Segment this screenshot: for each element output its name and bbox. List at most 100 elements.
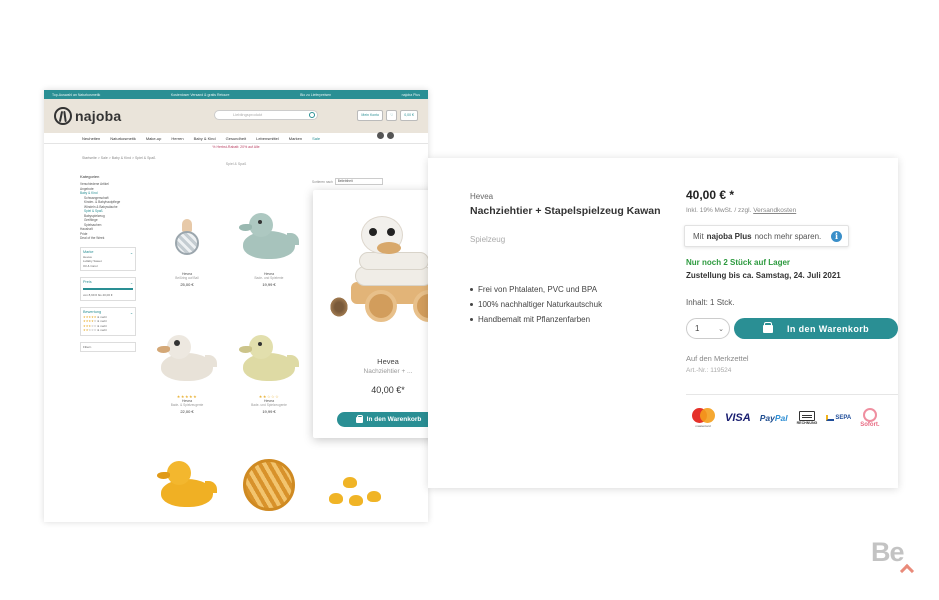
sofort-icon xyxy=(862,408,877,422)
najoba-logo-icon xyxy=(54,107,72,125)
product-name: Bade- und Spielente xyxy=(254,276,284,280)
product-image xyxy=(323,473,383,513)
nav-item[interactable]: Marken xyxy=(289,136,302,141)
product-tile[interactable]: ★★★★★ Hevea Bade- & Spielzeugente 22,00 … xyxy=(152,324,222,414)
brand-filter[interactable]: Marke ⌄ Hevea Lullaby Sweet Oil & Carol xyxy=(80,246,136,271)
behance-watermark: Be xyxy=(871,537,905,567)
collapse-icon[interactable]: ⌄ xyxy=(130,310,133,315)
visa-logo: VISA xyxy=(725,412,751,424)
sort-select[interactable]: Beliebtheit xyxy=(334,178,383,185)
brand-filter-title: Marke xyxy=(83,249,94,254)
detail-brand[interactable]: Hevea xyxy=(470,192,493,201)
wishlist-link[interactable]: Auf den Merkzettel xyxy=(686,354,749,363)
nav-item[interactable]: Herren xyxy=(171,136,183,141)
delivery-estimate: Zustellung bis ca. Samstag, 24. Juli 202… xyxy=(686,271,841,280)
header-actions: Mein Konto ♡ 0,00 € xyxy=(357,110,418,121)
account-button[interactable]: Mein Konto xyxy=(357,110,384,121)
detail-title: Nachziehtier + Stapelspielzeug Kawan xyxy=(470,205,661,217)
filter-sidebar: Kategorien Verschiedene Artikel Angebote… xyxy=(80,174,136,352)
product-image xyxy=(239,209,299,265)
najoba-plus-box[interactable]: Mit najoba Plus noch mehr sparen. i xyxy=(684,225,849,247)
product-tile[interactable] xyxy=(152,450,222,520)
sort-control: Sortieren nach Beliebtheit xyxy=(312,178,383,185)
info-icon[interactable]: i xyxy=(831,231,842,242)
product-name: Bade- und Spielzeugente xyxy=(251,403,287,407)
vat-note: Inkl. 19% MwSt. / zzgl. Versandkosten xyxy=(686,207,797,214)
quantity-select[interactable]: 1 ⌄ xyxy=(686,318,730,339)
rating-option[interactable]: ★★☆☆☆ & mehr xyxy=(83,328,133,333)
mastercard-logo: mastercard xyxy=(690,408,716,428)
add-to-cart-button[interactable]: In den Warenkorb xyxy=(734,318,898,339)
sepa-logo: SEPA xyxy=(826,415,851,421)
stock-status: Nur noch 2 Stück auf Lager xyxy=(686,258,791,267)
card-cart-label: In den Warenkorb xyxy=(366,416,422,423)
product-image xyxy=(157,331,217,387)
filter-reset-button[interactable]: Filtern xyxy=(80,341,136,352)
shop-logo[interactable]: najoba xyxy=(54,107,121,125)
bag-icon xyxy=(762,321,773,333)
nav-item[interactable]: Naturkosmetik xyxy=(110,136,136,141)
nav-item-sale[interactable]: Sale xyxy=(312,136,320,141)
feature-item: 100% nachhaltiger Naturkautschuk xyxy=(470,300,602,309)
product-price: 19,99 € xyxy=(262,409,276,414)
paypal-logo: PayPal xyxy=(759,413,788,423)
topbar-text: Bio zu Lieferpreisen xyxy=(300,92,332,97)
rating-filter[interactable]: Bewertung ⌄ ★★★★★ & mehr ★★★★☆ & mehr ★★★… xyxy=(80,306,136,336)
detail-price: 40,00 € * xyxy=(686,188,735,202)
cart-button[interactable]: 0,00 € xyxy=(400,110,418,121)
feature-item: Handbemalt mit Pflanzenfarben xyxy=(470,315,590,324)
product-tile[interactable]: Hevea Bade- und Spielente 19,99 € xyxy=(234,202,304,287)
nav-item[interactable]: Baby & Kind xyxy=(194,136,216,141)
search-placeholder: Lieblingsprodukt xyxy=(233,112,263,117)
product-tile[interactable] xyxy=(318,458,388,522)
shop-search-input[interactable]: Lieblingsprodukt xyxy=(214,110,318,120)
nav-item[interactable]: Lebensmittel xyxy=(256,136,279,141)
price-filter-title: Preis xyxy=(83,280,92,284)
payment-methods: mastercard VISA PayPal RECHNUNG SEPA Sof… xyxy=(690,408,880,428)
product-image xyxy=(157,457,217,513)
topbar-plus-link[interactable]: najoba Plus xyxy=(402,93,420,97)
price-filter[interactable]: Preis ⌄ von 8,99 € bis 40,00 € xyxy=(80,277,136,301)
product-tile[interactable] xyxy=(234,450,304,520)
price-range-text: von 8,99 € bis 40,00 € xyxy=(83,293,113,297)
divider xyxy=(686,394,898,395)
nav-item[interactable]: Gesundheit xyxy=(226,136,246,141)
chevron-down-icon: ⌄ xyxy=(718,325,724,333)
product-tile[interactable]: ★★☆☆☆ Hevea Bade- und Spielzeugente 19,9… xyxy=(234,324,304,414)
shop-topbar: Top-Auswahl an Naturkosmetik Kostenloser… xyxy=(44,90,428,99)
sofort-logo: Sofort. xyxy=(860,408,880,428)
social-icon[interactable] xyxy=(377,132,384,139)
collapse-icon[interactable]: ⌄ xyxy=(130,250,133,255)
card-add-to-cart-button[interactable]: In den Warenkorb xyxy=(337,412,440,427)
quantity-value: 1 xyxy=(695,324,700,333)
collapse-icon[interactable]: ⌄ xyxy=(130,280,133,285)
wishlist-button[interactable]: ♡ xyxy=(386,110,398,121)
detail-subtitle: Spielzeug xyxy=(470,235,506,244)
shipping-costs-link[interactable]: Versandkosten xyxy=(753,207,796,214)
product-tile[interactable]: Hevea Beißring auf Ball 25,00 € xyxy=(152,202,222,287)
nav-icons xyxy=(377,132,394,139)
product-image xyxy=(239,331,299,387)
price-slider[interactable] xyxy=(83,288,133,290)
logo-text: najoba xyxy=(75,108,122,124)
product-price: 25,00 € xyxy=(180,282,194,287)
nav-item[interactable]: Neuheiten xyxy=(82,136,100,141)
sort-label: Sortieren nach xyxy=(312,179,333,184)
brand-option[interactable]: Oil & Carol xyxy=(83,264,133,269)
search-icon[interactable] xyxy=(309,112,315,118)
product-image xyxy=(173,219,201,255)
article-number: Art.-Nr.: 119524 xyxy=(686,367,732,374)
category-title: Spiel & Spaß xyxy=(225,162,247,166)
breadcrumb[interactable]: Startseite > Sale > Baby & Kind > Spiel … xyxy=(44,151,428,162)
invoice-logo: RECHNUNG xyxy=(797,411,817,425)
social-icon[interactable] xyxy=(387,132,394,139)
main-nav: Neuheiten Naturkosmetik Make-up Herren B… xyxy=(44,133,428,144)
add-to-cart-label: In den Warenkorb xyxy=(786,323,870,334)
nav-item[interactable]: Make-up xyxy=(146,136,162,141)
product-price: 19,99 € xyxy=(262,282,276,287)
product-name: Beißring auf Ball xyxy=(175,276,199,280)
product-detail-panel: Hevea Nachziehtier + Stapelspielzeug Kaw… xyxy=(428,158,898,488)
sidebar-item[interactable]: Deal of the Week xyxy=(80,236,136,241)
topbar-text: Kostenloser Versand & gratis Retoure xyxy=(170,92,230,97)
product-name: Bade- & Spielzeugente xyxy=(170,403,204,407)
